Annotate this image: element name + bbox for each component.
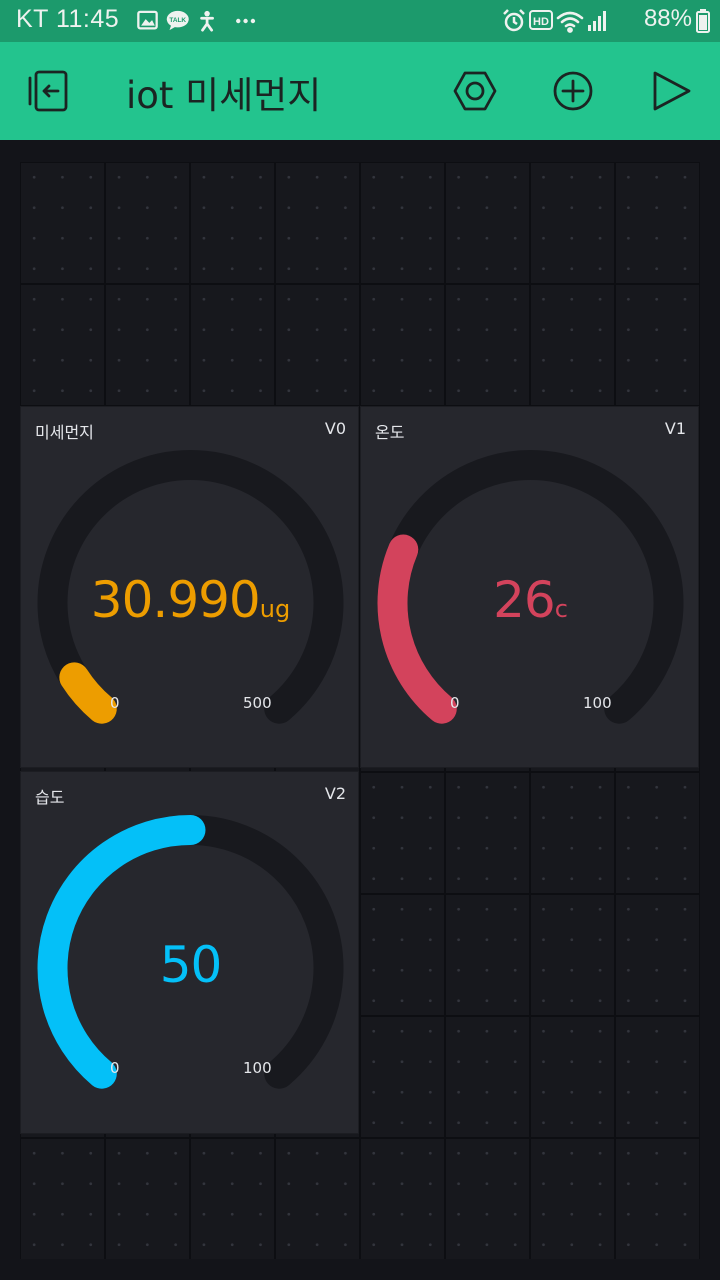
app-toolbar: iot 미세먼지 (0, 42, 720, 140)
alarm-icon (503, 9, 525, 32)
battery-level: 88% (643, 5, 692, 32)
settings-hexagon-icon[interactable] (452, 68, 498, 114)
play-icon[interactable] (648, 68, 694, 114)
notification-icons: TALK (137, 10, 256, 32)
gauge-max: 500 (243, 694, 272, 712)
hd-icon: HD (529, 10, 553, 30)
exit-icon[interactable] (26, 68, 72, 114)
gauge-min: 0 (110, 1059, 120, 1077)
gauge-number: 50 (159, 936, 223, 994)
system-icons: HD (503, 9, 606, 33)
signal-icon (588, 11, 606, 31)
image-icon (137, 10, 158, 30)
gauge-value: 50 (21, 936, 360, 994)
gauge-min: 0 (110, 694, 120, 712)
accessibility-icon (200, 10, 214, 32)
gauge-min: 0 (450, 694, 460, 712)
svg-text:TALK: TALK (169, 17, 186, 24)
gauge-unit: c (554, 595, 568, 623)
add-icon[interactable] (550, 68, 596, 114)
gauge-max: 100 (243, 1059, 272, 1077)
more-icon (236, 18, 256, 24)
gauge-widget-dust[interactable]: 미세먼지 V0 30.990ug 0 500 (20, 406, 359, 768)
status-bar: KT 11:45 TALK HD 88% (0, 0, 720, 42)
gauge-number: 26 (493, 571, 556, 629)
gauge-value: 30.990ug (21, 571, 360, 629)
wifi-icon (556, 11, 584, 33)
page-title: iot 미세먼지 (126, 74, 322, 117)
gauge-value: 26c (361, 571, 700, 629)
gauge-max: 100 (583, 694, 612, 712)
gauge-unit: ug (259, 595, 291, 623)
gauge-number: 30.990 (90, 571, 261, 629)
battery-icon (696, 9, 710, 33)
gauge-fill (59, 662, 117, 724)
gauge-widget-temperature[interactable]: 온도 V1 26c 0 100 (360, 406, 699, 768)
gauge-widget-humidity[interactable]: 습도 V2 50 0 100 (20, 771, 359, 1134)
talk-icon: TALK (166, 10, 189, 31)
svg-text:HD: HD (533, 16, 549, 28)
carrier-time: KT 11:45 (16, 5, 120, 33)
